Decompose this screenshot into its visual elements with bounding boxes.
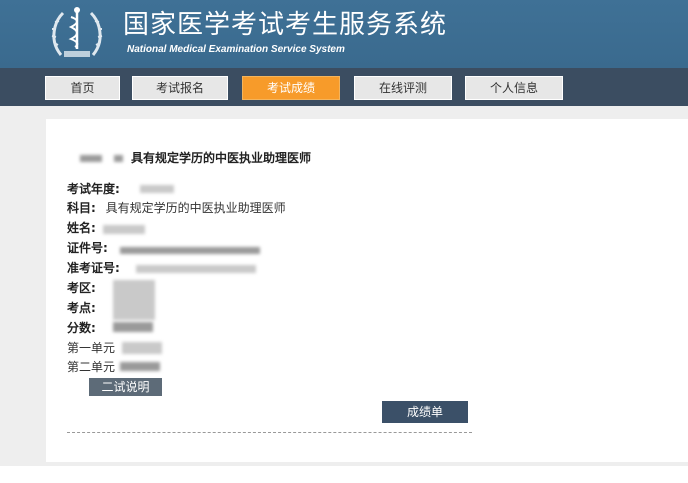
footer-strip — [0, 466, 688, 483]
nav-personal-info[interactable]: 个人信息 — [465, 76, 563, 100]
main-nav: 首页 考试报名 考试成绩 在线评测 个人信息 — [0, 68, 688, 106]
nav-home[interactable]: 首页 — [45, 76, 120, 100]
field-unit-one: 第一单元 — [67, 340, 115, 356]
field-exam-site: 考点: — [67, 300, 96, 316]
nav-online-assessment[interactable]: 在线评测 — [354, 76, 452, 100]
field-label: 准考证号: — [67, 261, 120, 275]
field-label: 科目: — [67, 201, 96, 215]
medical-emblem-logo — [51, 7, 103, 57]
redacted-value — [113, 280, 155, 320]
field-score: 分数: — [67, 320, 96, 336]
field-label: 考区: — [67, 281, 96, 295]
subject-value: 具有规定学历的中医执业助理医师 — [105, 201, 286, 215]
field-unit-two: 第二单元 — [67, 359, 115, 375]
field-name: 姓名: — [67, 220, 96, 236]
second-exam-info-button[interactable]: 二试说明 — [89, 378, 162, 396]
site-header: 国家医学考试考生服务系统 National Medical Examinatio… — [0, 0, 688, 68]
field-label: 分数: — [67, 321, 96, 335]
redacted-value — [140, 185, 174, 193]
nav-exam-scores[interactable]: 考试成绩 — [242, 76, 340, 100]
result-heading: 具有规定学历的中医执业助理医师 — [131, 151, 312, 165]
redacted-value — [120, 247, 260, 254]
field-exam-year: 考试年度: — [67, 181, 120, 197]
redacted-value — [120, 362, 160, 371]
field-label: 姓名: — [67, 221, 96, 235]
redacted-value — [122, 342, 162, 354]
redacted-value — [103, 225, 145, 234]
field-ticket-number: 准考证号: — [67, 260, 120, 276]
redacted-value — [136, 265, 256, 273]
field-subject: 科目: 具有规定学历的中医执业助理医师 — [67, 200, 286, 216]
field-id-number: 证件号: — [67, 240, 108, 256]
field-label: 考试年度: — [67, 182, 120, 196]
redacted-block — [80, 155, 102, 162]
field-label: 第一单元 — [67, 341, 116, 355]
redacted-value — [113, 322, 153, 332]
nav-exam-registration[interactable]: 考试报名 — [132, 76, 228, 100]
score-sheet-button[interactable]: 成绩单 — [382, 401, 468, 423]
divider — [67, 432, 472, 433]
system-subtitle: National Medical Examination Service Sys… — [127, 44, 345, 55]
redacted-block — [114, 155, 123, 162]
page: 国家医学考试考生服务系统 National Medical Examinatio… — [0, 0, 688, 483]
field-label: 证件号: — [67, 241, 108, 255]
system-title: 国家医学考试考生服务系统 — [123, 10, 448, 40]
field-label: 第二单元 — [67, 360, 116, 374]
field-exam-district: 考区: — [67, 280, 96, 296]
field-label: 考点: — [67, 301, 96, 315]
